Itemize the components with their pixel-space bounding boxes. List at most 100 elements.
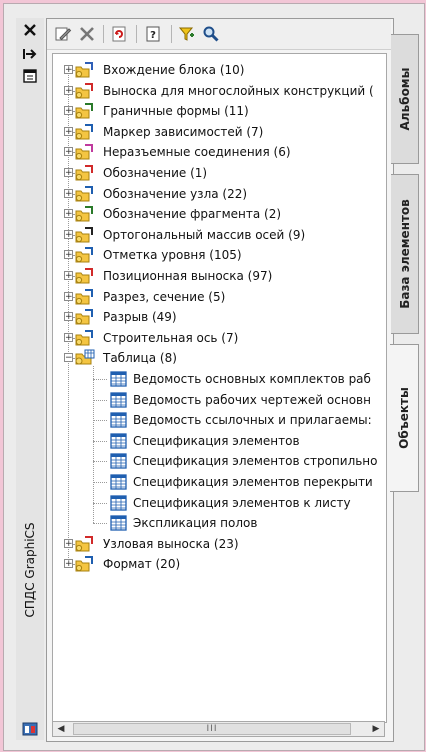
expand-icon[interactable]: + <box>64 291 73 301</box>
palette-menu-icon[interactable] <box>22 720 38 736</box>
node-designation-icon <box>75 185 95 203</box>
tree-child-node[interactable]: Ведомость основных комплектов раб <box>53 369 386 389</box>
expand-icon[interactable]: + <box>64 188 73 198</box>
expand-icon[interactable]: + <box>64 65 73 75</box>
position-leader-icon <box>75 267 95 285</box>
tree-child-node[interactable]: Спецификация элементов к листу <box>53 493 386 513</box>
tree-child-label: Ведомость ссылочных и прилагаемы: <box>133 413 372 428</box>
tree-child-label: Ведомость рабочих чертежей основн <box>133 392 371 407</box>
properties-icon[interactable] <box>22 68 38 84</box>
block-icon <box>75 61 95 79</box>
tree-node[interactable]: + Неразъемные соединения (6) <box>53 142 386 162</box>
tree-node[interactable]: + Отметка уровня (105) <box>53 245 386 265</box>
table-template-icon <box>109 411 129 429</box>
expand-icon[interactable]: + <box>64 312 73 322</box>
expand-icon[interactable]: + <box>64 85 73 95</box>
tree-child-label: Спецификация элементов к листу <box>133 495 351 510</box>
expand-icon[interactable]: + <box>64 168 73 178</box>
table-template-icon <box>109 494 129 512</box>
tree-node[interactable]: + Обозначение узла (22) <box>53 184 386 204</box>
tree-node-label: Формат (20) <box>103 557 181 572</box>
expand-icon[interactable]: + <box>64 209 73 219</box>
boundary-form-icon <box>75 102 95 120</box>
expand-icon[interactable]: + <box>64 332 73 342</box>
tree-child-label: Спецификация элементов перекрыти <box>133 475 373 489</box>
tree-node-label: Таблица (8) <box>103 351 177 366</box>
format-icon <box>75 555 95 573</box>
tool-palette-window: СПДС GraphiCS ? + Вхождение блока (10) +… <box>3 3 425 751</box>
autohide-icon[interactable] <box>22 46 38 62</box>
refresh-icon[interactable] <box>109 24 129 44</box>
tree-child-label: Спецификация элементов <box>133 433 300 448</box>
palette-title: СПДС GraphiCS <box>23 522 37 618</box>
tree-child-node[interactable]: Спецификация элементов перекрыти <box>53 472 386 492</box>
tree-node[interactable]: + Вхождение блока (10) <box>53 60 386 80</box>
tab-objects[interactable]: Объекты <box>390 344 419 492</box>
table-folder-icon <box>75 349 95 367</box>
tree-node-label: Обозначение узла (22) <box>103 186 248 201</box>
tree-node-label: Разрез, сечение (5) <box>103 289 226 304</box>
scroll-right-arrow[interactable]: ▶ <box>371 724 381 734</box>
tab-albums[interactable]: Альбомы <box>391 34 419 164</box>
tree-node[interactable]: + Выноска для многослойных конструкций ( <box>53 81 386 101</box>
expand-icon[interactable]: + <box>64 106 73 116</box>
tree-node[interactable]: + Маркер зависимостей (7) <box>53 122 386 142</box>
tree-node[interactable]: − Таблица (8) <box>53 348 386 368</box>
tree-node-label: Выноска для многослойных конструкций ( <box>103 83 374 98</box>
edit-icon[interactable] <box>53 24 73 44</box>
tree-child-node[interactable]: Спецификация элементов стропильно <box>53 451 386 471</box>
objects-panel: ? + Вхождение блока (10) + Выноска для мног… <box>46 18 394 742</box>
table-template-icon <box>109 391 129 409</box>
svg-text:?: ? <box>150 30 156 41</box>
fragment-designation-icon <box>75 205 95 223</box>
section-cut-icon <box>75 288 95 306</box>
tree-node[interactable]: + Обозначение фрагмента (2) <box>53 204 386 224</box>
table-template-icon <box>109 514 129 532</box>
tree-node-label: Разрыв (49) <box>103 310 177 325</box>
tree-node[interactable]: + Обозначение (1) <box>53 163 386 183</box>
horizontal-scrollbar[interactable]: ◀ III ▶ <box>52 721 385 737</box>
search-icon[interactable] <box>201 24 221 44</box>
expand-icon[interactable]: + <box>64 559 73 569</box>
designation-icon <box>75 164 95 182</box>
filter-icon[interactable] <box>177 24 197 44</box>
tab-element-base[interactable]: База элементов <box>391 174 419 334</box>
expand-icon[interactable]: + <box>64 126 73 136</box>
tree-node[interactable]: + Формат (20) <box>53 554 386 574</box>
tree-child-node[interactable]: Ведомость ссылочных и прилагаемы: <box>53 410 386 430</box>
expand-icon[interactable]: + <box>64 250 73 260</box>
tree-child-node[interactable]: Спецификация элементов <box>53 431 386 451</box>
tree-node-label: Ортогональный массив осей (9) <box>103 227 306 242</box>
table-template-icon <box>109 370 129 388</box>
tree-node[interactable]: + Строительная ось (7) <box>53 328 386 348</box>
tree-child-label: Ведомость основных комплектов раб <box>133 372 371 386</box>
close-icon[interactable] <box>22 22 38 38</box>
objects-toolbar: ? <box>47 19 391 50</box>
tree-node[interactable]: + Разрез, сечение (5) <box>53 287 386 307</box>
table-template-icon <box>109 432 129 450</box>
tree-node-label: Отметка уровня (105) <box>103 248 242 263</box>
expand-icon[interactable]: + <box>64 147 73 157</box>
level-mark-icon <box>75 246 95 264</box>
objects-tree[interactable]: + Вхождение блока (10) + Выноска для многос… <box>52 53 387 723</box>
tree-node[interactable]: + Узловая выноска (23) <box>53 534 386 554</box>
tree-node[interactable]: + Разрыв (49) <box>53 307 386 327</box>
expand-icon[interactable]: + <box>64 538 73 548</box>
tree-node-label: Граничные формы (11) <box>103 104 249 119</box>
help-icon[interactable]: ? <box>143 24 163 44</box>
tree-node-label: Обозначение (1) <box>103 166 208 180</box>
collapse-icon[interactable]: − <box>64 353 73 363</box>
expand-icon[interactable]: + <box>64 229 73 239</box>
scroll-left-arrow[interactable]: ◀ <box>56 724 66 734</box>
delete-icon[interactable] <box>77 24 97 44</box>
tree-child-node[interactable]: Экспликация полов <box>53 513 386 533</box>
tree-node-label: Строительная ось (7) <box>103 330 239 345</box>
tree-child-node[interactable]: Ведомость рабочих чертежей основн <box>53 390 386 410</box>
tree-node[interactable]: + Ортогональный массив осей (9) <box>53 225 386 245</box>
building-axis-icon <box>75 329 95 347</box>
expand-icon[interactable]: + <box>64 271 73 281</box>
scroll-thumb[interactable]: III <box>73 723 351 735</box>
tree-node[interactable]: + Позиционная выноска (97) <box>53 266 386 286</box>
tree-node-label: Маркер зависимостей (7) <box>103 124 264 139</box>
tree-node[interactable]: + Граничные формы (11) <box>53 101 386 121</box>
